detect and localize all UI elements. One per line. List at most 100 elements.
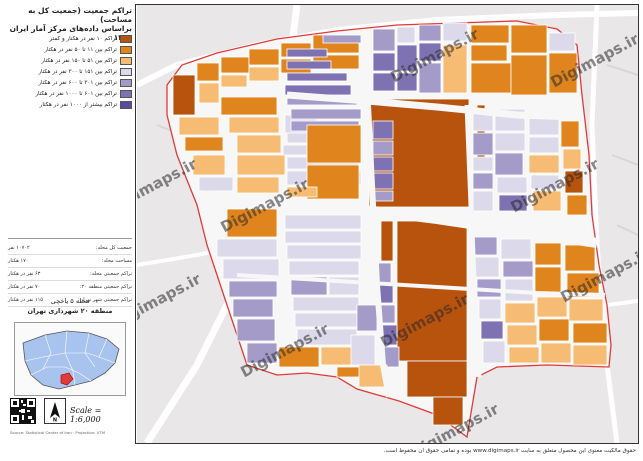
block-c5[interactable] [372,190,394,202]
stat-label: جمعیت کل محله: [95,245,132,251]
block-c5[interactable] [290,108,362,120]
block-c4[interactable] [472,156,494,172]
block-c2[interactable] [470,44,508,62]
stat-label: مساحت محله: [101,258,132,264]
block-c4[interactable] [496,176,528,194]
zone-name: منطقه ۲۰ شهرداری تهران [27,307,113,315]
block-c4[interactable] [216,238,278,258]
legend-swatch [120,101,132,109]
legend-panel: تراکم جمعیت (جمعیت کل به مساحت) براساس د… [4,4,136,444]
block-c2[interactable] [306,124,362,164]
block-c1[interactable] [406,360,468,398]
legend-label: تراکم بین ۵۱ تا ۱۵۰ نفر در هکتار [41,58,117,64]
block-c5[interactable] [494,152,524,176]
legend-item: تراکم بین ۶۰۱ تا ۱۰۰۰ نفر در هکتار [8,89,132,99]
block-c4[interactable] [198,176,234,192]
block-c5[interactable] [232,298,274,318]
qr-cell [31,420,34,423]
block-c4[interactable] [482,340,506,364]
qr-cell [28,416,32,419]
density-map-svg[interactable]: Digimaps.ir Digimaps.irDigimaps.ir Digimap… [137,5,638,443]
block-c2[interactable] [572,322,608,344]
legend-swatch [120,35,132,43]
block-c2[interactable] [220,96,278,116]
block-c3[interactable] [572,344,608,366]
block-c6[interactable] [286,48,328,58]
block-c2[interactable] [248,48,280,66]
block-c5[interactable] [418,24,442,42]
block-c2[interactable] [510,54,548,96]
block-c5[interactable] [472,172,494,190]
block-c2[interactable] [184,136,224,152]
block-c6[interactable] [480,320,504,340]
block-c5[interactable] [322,34,362,44]
block-c6[interactable] [372,172,394,190]
block-c2[interactable] [470,62,512,94]
block-c4[interactable] [292,296,360,312]
block-c3[interactable] [540,342,572,364]
stat-value: ۱۰۷۰۲ نفر [8,245,30,251]
block-c6[interactable] [286,72,348,82]
block-c2[interactable] [510,24,548,54]
block-c5[interactable] [502,260,534,278]
map-canvas[interactable]: Digimaps.ir Digimaps.ir Digimaps.ir Digimap… [137,5,638,443]
legend-swatch [120,46,132,54]
block-c4[interactable] [396,26,416,44]
block-c3[interactable] [192,154,226,176]
block-c3[interactable] [248,66,280,82]
block-c3[interactable] [508,346,540,364]
legend-label: تراکم بین ۳۰۱ تا ۶۰۰ نفر در هکتار [38,80,117,86]
block-c2[interactable] [196,62,220,82]
block-c4[interactable] [284,214,362,230]
block-c3[interactable] [220,74,248,88]
block-c4[interactable] [474,256,500,278]
block-c4[interactable] [528,136,560,154]
qr-cell [23,404,26,406]
block-c3[interactable] [528,154,560,174]
block-c2[interactable] [220,56,250,74]
block-c4[interactable] [548,32,576,52]
block-c6[interactable] [372,156,394,172]
block-c4[interactable] [472,190,494,212]
block-c3[interactable] [504,302,536,324]
block-c4[interactable] [350,334,376,366]
block-c3[interactable] [236,134,282,154]
block-c5[interactable] [228,280,278,298]
block-c1[interactable] [380,220,394,262]
block-c2[interactable] [534,242,562,266]
block-c5[interactable] [372,140,394,156]
block-c6[interactable] [286,60,332,70]
block-c4[interactable] [478,298,502,320]
block-c1[interactable] [396,220,468,362]
block-c6[interactable] [372,120,394,140]
copyright-footer: حقوق مالکیت معنوی این محصول متعلق به سای… [383,448,636,454]
map-footer-elements: N Scale = 1:6,000 Source: Statistical Ce… [8,396,132,442]
block-c3[interactable] [506,324,538,346]
block-c3[interactable] [198,82,220,104]
stat-row: جمعیت کل محله: ۱۰۷۰۲ نفر [8,242,132,255]
stat-row: مساحت محله: ۱۷۰ هکتار [8,255,132,268]
block-c3[interactable] [236,154,286,176]
qr-cell [29,401,33,405]
block-c3[interactable] [568,298,604,322]
block-c2[interactable] [336,366,362,378]
block-c5[interactable] [472,132,494,156]
block-c2[interactable] [566,194,588,216]
block-c2[interactable] [560,120,580,148]
block-c5[interactable] [372,28,396,52]
block-c5[interactable] [356,304,378,332]
block-c1[interactable] [172,74,196,116]
block-c4[interactable] [494,132,526,152]
block-c4[interactable] [286,244,362,260]
block-c4[interactable] [288,260,360,276]
block-c5[interactable] [472,236,498,256]
block-c4[interactable] [284,230,362,244]
block-c3[interactable] [178,116,220,136]
block-c5[interactable] [236,318,276,342]
block-c3[interactable] [228,116,280,134]
neighborhood-name: محله ۵ یاخچی [50,297,90,305]
block-c4[interactable] [500,238,532,260]
block-c2[interactable] [538,318,570,342]
block-c4[interactable] [294,312,360,328]
block-c2[interactable] [564,244,596,272]
